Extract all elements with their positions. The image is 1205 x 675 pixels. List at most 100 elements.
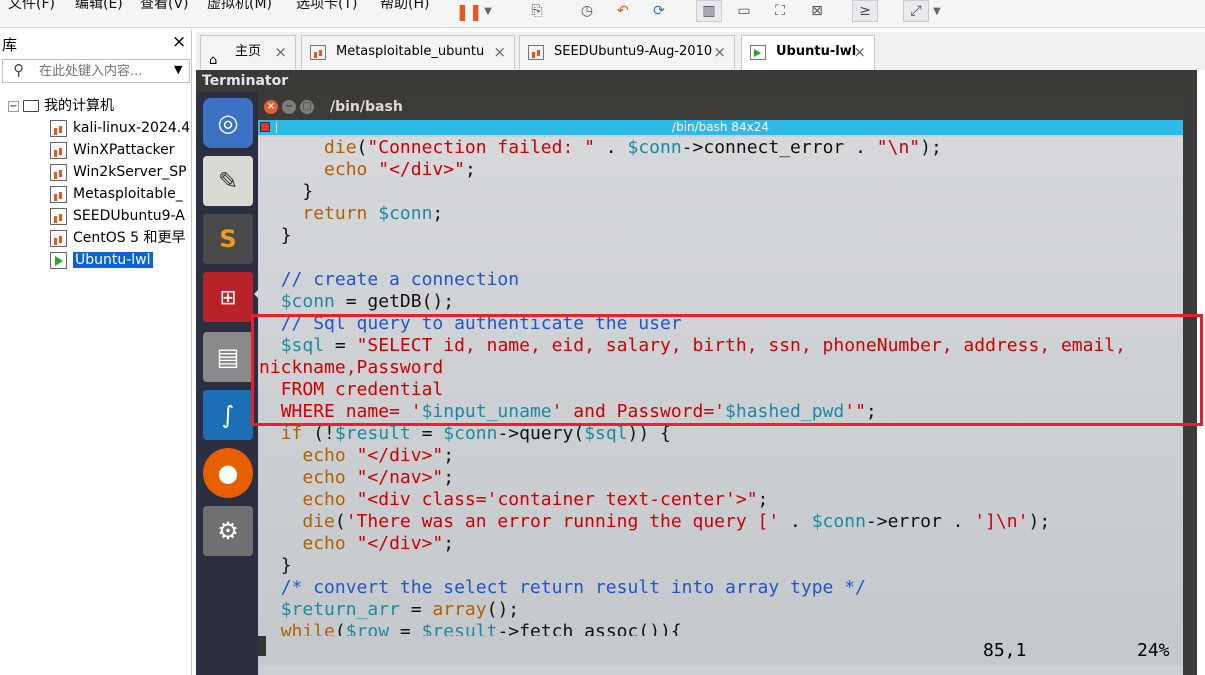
tree-root[interactable]: − 我的计算机 (8, 95, 114, 117)
settings-icon[interactable]: ⚙ (203, 506, 253, 556)
code-token: -> (681, 137, 704, 158)
code-line[interactable]: echo "<div class='container text-center'… (258, 489, 1183, 511)
code-token: ; (432, 203, 444, 224)
stretch-dropdown-icon[interactable]: ▼ (930, 0, 944, 22)
code-line[interactable]: } (258, 555, 1183, 577)
tree-item-label: WinXPattacker (73, 142, 175, 158)
code-line[interactable]: WHERE name= '$input_uname' and Password=… (258, 401, 1183, 423)
terminal-window[interactable]: × − □ /bin/bash /bin/bash 84x24 die("Con… (258, 94, 1183, 675)
tree-item-label: kali-linux-2024.4 (73, 120, 191, 136)
tree-item-vm[interactable]: Metasploitable_ (50, 183, 183, 205)
tab-vm[interactable]: SEEDUbuntu9-Aug-2010 × (519, 35, 735, 69)
code-line[interactable]: return $conn; (258, 203, 1183, 225)
menu-view[interactable]: 查看(V) (140, 0, 189, 14)
unity-icon[interactable]: ⊠ (804, 0, 830, 22)
code-line[interactable]: } (258, 181, 1183, 203)
code-line[interactable] (258, 247, 1183, 269)
code-token: echo (302, 489, 346, 510)
tab-vm[interactable]: Metasploitable_ubuntu × (301, 35, 515, 69)
terminator-icon[interactable]: ⊞ (203, 272, 253, 322)
stretch-icon[interactable]: ⤢ (903, 0, 929, 22)
tree-item-vm[interactable]: CentOS 5 和更早 (50, 227, 185, 249)
minimize-icon[interactable]: − (282, 100, 296, 114)
vm-icon (50, 229, 67, 247)
ubuntu-dash-icon[interactable]: ◎ (203, 98, 253, 148)
tree-item-label: CentOS 5 和更早 (73, 230, 186, 246)
snapshot-manager-icon[interactable]: ⟳ (646, 0, 672, 22)
code-line[interactable]: echo "</div>"; (258, 445, 1183, 467)
close-icon[interactable]: × (274, 36, 287, 68)
guest-display[interactable]: Terminator ◎ ✎ S ⊞ ▤ ∫ ● ⚙ × − □ /bin/ba… (196, 70, 1197, 675)
show-library-icon[interactable]: ▥ (696, 0, 722, 22)
code-token: ; (757, 489, 769, 510)
collapse-icon[interactable]: − (8, 100, 19, 112)
fullscreen-icon[interactable]: ⛶ (767, 0, 793, 22)
firefox-icon[interactable]: ● (203, 448, 253, 498)
code-token: () (486, 599, 509, 620)
library-panel: 库 × ⚲ ▼ − 我的计算机 kali-linux-2024.4 WinXPat… (0, 30, 192, 675)
close-icon[interactable]: × (493, 36, 506, 68)
tab-vm-active[interactable]: Ubuntu-lwl × (741, 35, 875, 70)
menu-tabs[interactable]: 选项卡(T) (296, 0, 357, 14)
code-line[interactable]: FROM credential (258, 379, 1183, 401)
tree-item-vm[interactable]: SEEDUbuntu9-A (50, 205, 185, 227)
thumbnail-icon[interactable]: ▭ (731, 0, 757, 22)
code-line[interactable]: } (258, 225, 1183, 247)
code-line[interactable]: // create a connection (258, 269, 1183, 291)
close-icon[interactable]: × (853, 36, 866, 68)
code-token: while (280, 621, 335, 637)
library-search[interactable]: ⚲ ▼ (2, 59, 190, 83)
close-icon[interactable]: × (172, 32, 186, 52)
code-line[interactable]: nickname,Password (258, 357, 1183, 379)
tree-item-vm-selected[interactable]: Ubuntu-lwl (50, 249, 153, 271)
search-input[interactable] (39, 62, 159, 80)
code-line[interactable]: while($row = $result->fetch_assoc()){ (258, 621, 1183, 637)
scroll-percent: 24% (1137, 640, 1170, 661)
code-line[interactable]: echo "</div>"; (258, 533, 1183, 555)
pause-dropdown-icon[interactable]: ▼ (481, 0, 495, 22)
menu-edit[interactable]: 编辑(E) (75, 0, 123, 14)
maximize-icon[interactable]: □ (300, 100, 314, 114)
code-token: "</nav>" (356, 467, 444, 488)
tree-item-vm[interactable]: kali-linux-2024.4 (50, 117, 190, 139)
code-line[interactable]: /* convert the select return result into… (258, 577, 1183, 599)
code-line[interactable]: $return_arr = array(); (258, 599, 1183, 621)
app-title: Terminator (196, 70, 1197, 92)
cursor-position: 85,1 (983, 640, 1027, 661)
code-line[interactable]: echo "</div>"; (258, 159, 1183, 181)
code-line[interactable]: if (!$result = $conn->query($sql)) { (258, 423, 1183, 445)
menu-vm[interactable]: 虚拟机(M) (207, 0, 272, 14)
send-ctrl-alt-del-icon[interactable]: ⎘ (524, 0, 550, 22)
tree-item-vm[interactable]: WinXPattacker (50, 139, 175, 161)
code-line[interactable]: die('There was an error running the quer… (258, 511, 1183, 533)
console-view-icon[interactable]: ≥ (852, 0, 878, 22)
pause-icon[interactable]: ❚❚ (456, 0, 483, 22)
tree-item-vm[interactable]: Win2kServer_SP (50, 161, 187, 183)
code-line[interactable]: $sql = "SELECT id, name, eid, salary, bi… (258, 335, 1183, 357)
code-editor[interactable]: die("Connection failed: " . $conn->conne… (258, 137, 1183, 637)
wireshark-icon[interactable]: ∫ (203, 390, 253, 440)
close-icon[interactable]: × (264, 100, 278, 114)
files-icon[interactable]: ▤ (203, 332, 253, 382)
menu-help[interactable]: 帮助(H) (380, 0, 429, 14)
code-line[interactable]: // Sql query to authenticate the user (258, 313, 1183, 335)
sublime-text-icon[interactable]: S (203, 214, 253, 264)
menu-file[interactable]: 文件(F) (8, 0, 55, 14)
code-line[interactable]: die("Connection failed: " . $conn->conne… (258, 137, 1183, 159)
chevron-down-icon[interactable]: ▼ (174, 63, 182, 76)
revert-snapshot-icon[interactable]: ↶ (610, 0, 636, 22)
code-token: $input_uname (421, 401, 552, 422)
code-line[interactable]: echo "</nav>"; (258, 467, 1183, 489)
code-line[interactable]: $conn = getDB(); (258, 291, 1183, 313)
tab-home[interactable]: ⌂ 主页 × (200, 35, 296, 69)
text-editor-icon[interactable]: ✎ (203, 156, 253, 206)
code-token: "<div class='container text-center'>" (356, 489, 758, 510)
close-icon[interactable]: × (713, 36, 726, 68)
snapshot-icon[interactable]: ◷ (574, 0, 600, 22)
